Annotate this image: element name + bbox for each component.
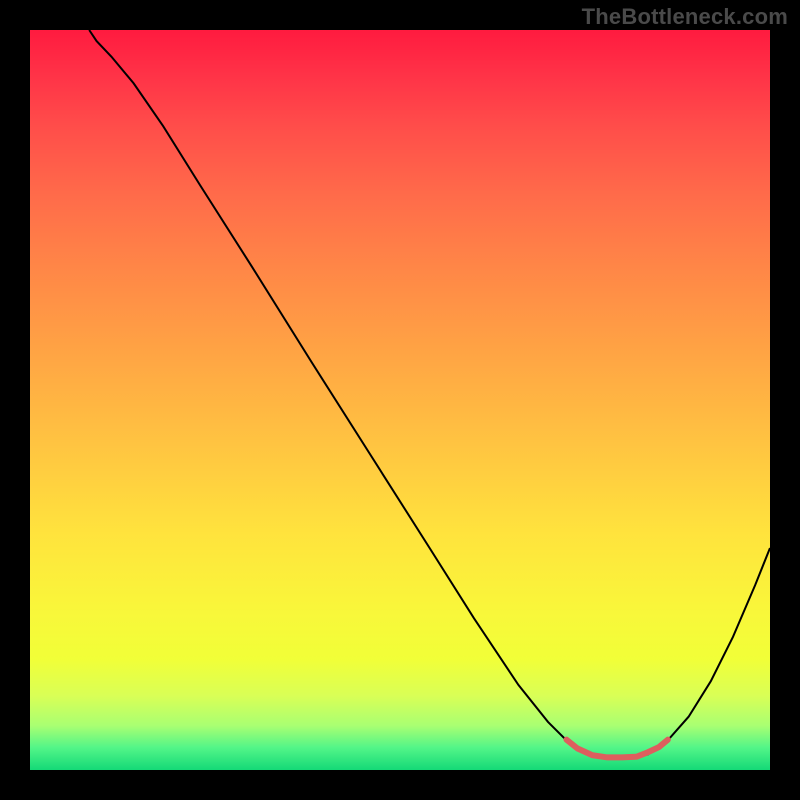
chart-svg: [30, 30, 770, 770]
optimal-range-band: [567, 740, 668, 758]
bottleneck-curve: [89, 30, 770, 759]
watermark-text: TheBottleneck.com: [582, 4, 788, 30]
chart-plot-area: [30, 30, 770, 770]
